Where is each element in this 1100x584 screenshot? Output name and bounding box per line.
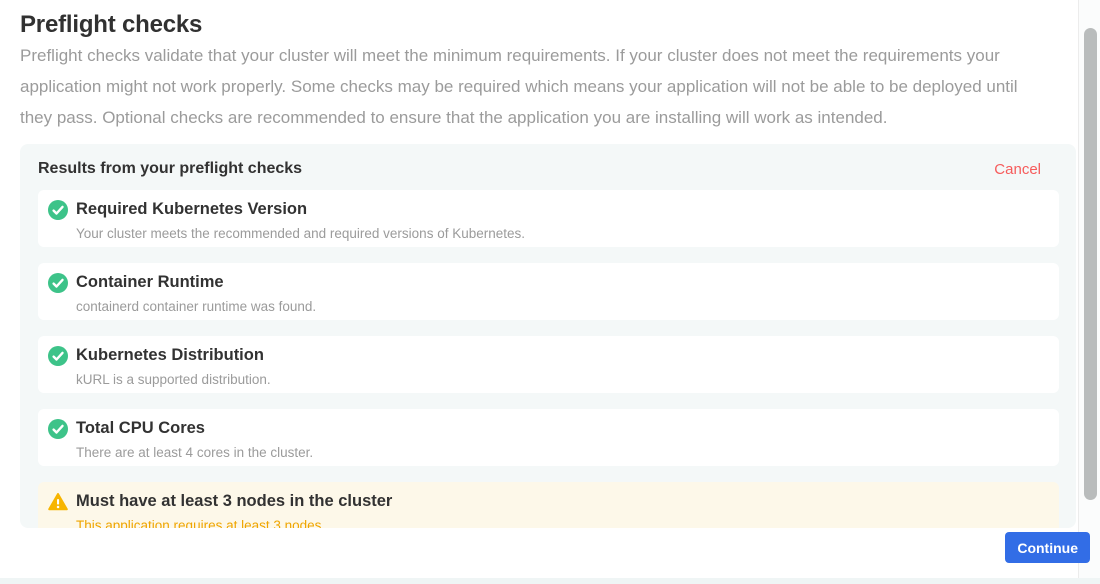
check-title: Total CPU Cores — [76, 418, 313, 438]
check-passed-icon — [48, 273, 68, 293]
main-content: Preflight checks Preflight checks valida… — [20, 0, 1076, 528]
check-title: Container Runtime — [76, 272, 316, 292]
check-title: Kubernetes Distribution — [76, 345, 271, 365]
panel-heading: Results from your preflight checks — [38, 160, 302, 178]
cancel-link[interactable]: Cancel — [994, 161, 1041, 178]
check-passed-icon — [48, 419, 68, 439]
page-description-line: they pass. Optional checks are recommend… — [20, 102, 1076, 133]
page-description-line: Preflight checks validate that your clus… — [20, 40, 1076, 71]
bottom-strip — [0, 578, 1100, 584]
check-message: There are at least 4 cores in the cluste… — [76, 445, 313, 461]
check-passed-icon — [48, 200, 68, 220]
check-title: Required Kubernetes Version — [76, 199, 525, 219]
check-message: containerd container runtime was found. — [76, 299, 316, 315]
check-item: Container Runtime containerd container r… — [38, 263, 1059, 320]
check-passed-icon — [48, 346, 68, 366]
check-list: Required Kubernetes Version Your cluster… — [38, 190, 1059, 528]
check-body: Required Kubernetes Version Your cluster… — [76, 199, 525, 242]
check-body: Kubernetes Distribution kURL is a suppor… — [76, 345, 271, 388]
warning-icon — [48, 492, 68, 512]
check-message: Your cluster meets the recommended and r… — [76, 226, 525, 242]
check-item: Total CPU Cores There are at least 4 cor… — [38, 409, 1059, 466]
page-description: Preflight checks validate that your clus… — [20, 40, 1076, 133]
check-item: Kubernetes Distribution kURL is a suppor… — [38, 336, 1059, 393]
check-body: Total CPU Cores There are at least 4 cor… — [76, 418, 313, 461]
check-body: Container Runtime containerd container r… — [76, 272, 316, 315]
check-body: Must have at least 3 nodes in the cluste… — [76, 491, 392, 528]
continue-button[interactable]: Continue — [1005, 532, 1090, 563]
scrollbar[interactable] — [1078, 0, 1100, 584]
check-item: Must have at least 3 nodes in the cluste… — [38, 482, 1059, 528]
page-title: Preflight checks — [20, 10, 1076, 40]
footer-bar — [0, 532, 1100, 578]
check-item: Required Kubernetes Version Your cluster… — [38, 190, 1059, 247]
preflight-results-panel: Results from your preflight checks Cance… — [20, 144, 1076, 528]
page-description-line: application might not work properly. Som… — [20, 71, 1076, 102]
check-message: kURL is a supported distribution. — [76, 372, 271, 388]
scrollbar-thumb[interactable] — [1084, 28, 1097, 500]
check-message: This application requires at least 3 nod… — [76, 518, 392, 528]
panel-header: Results from your preflight checks Cance… — [38, 159, 1059, 179]
check-title: Must have at least 3 nodes in the cluste… — [76, 491, 392, 511]
